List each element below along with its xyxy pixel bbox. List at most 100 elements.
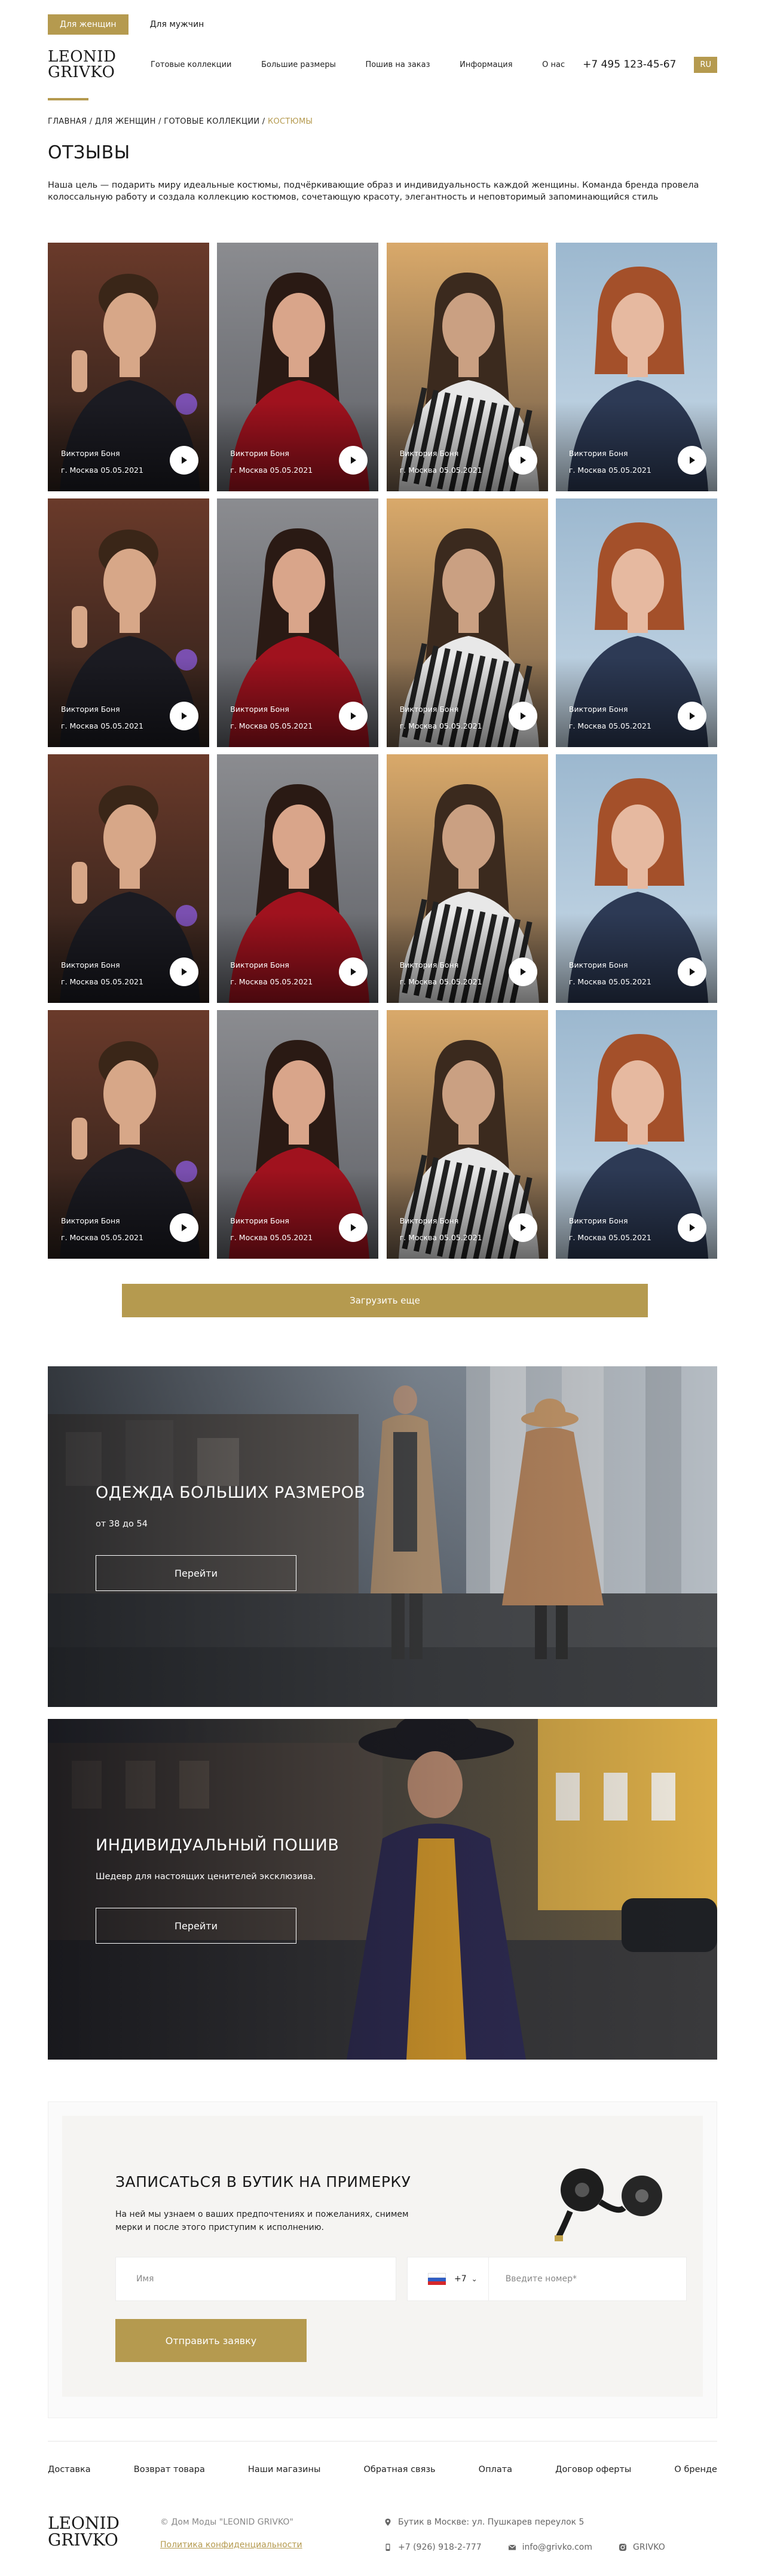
review-name: Виктория Боня (230, 1216, 289, 1225)
logo[interactable]: LEONID GRIVKO (48, 49, 137, 80)
nav-ready-collections[interactable]: Готовые коллекции (151, 60, 231, 69)
review-card[interactable]: Виктория Боня г. Москва 05.05.2021 (48, 754, 209, 1003)
appointment-title: ЗАПИСАТЬСЯ В БУТИК НА ПРИМЕРКУ (115, 2173, 411, 2190)
review-card[interactable]: Виктория Боня г. Москва 05.05.2021 (555, 243, 717, 491)
review-city-date: г. Москва 05.05.2021 (399, 977, 482, 986)
review-name: Виктория Боня (568, 960, 628, 969)
play-button[interactable] (170, 446, 198, 475)
review-card[interactable]: Виктория Боня г. Москва 05.05.2021 (48, 243, 209, 491)
review-name: Виктория Боня (568, 1216, 628, 1225)
plus-size-banner[interactable]: ОДЕЖДА БОЛЬШИХ РАЗМЕРОВ от 38 до 54 Пере… (48, 1366, 717, 1707)
footer-link-offer[interactable]: Договор оферты (555, 2465, 631, 2474)
review-city-date: г. Москва 05.05.2021 (61, 721, 143, 730)
review-card[interactable]: Виктория Боня г. Москва 05.05.2021 (48, 1010, 209, 1259)
header-phone[interactable]: +7 495 123-45-67 (583, 59, 676, 71)
play-button[interactable] (677, 1213, 706, 1242)
review-card[interactable]: Виктория Боня г. Москва 05.05.2021 (386, 243, 548, 491)
review-card[interactable]: Виктория Боня г. Москва 05.05.2021 (217, 498, 379, 747)
nav-information[interactable]: Информация (460, 60, 512, 69)
submit-request-button[interactable]: Отправить заявку (115, 2319, 307, 2362)
review-card[interactable]: Виктория Боня г. Москва 05.05.2021 (217, 1010, 379, 1259)
footer-link-payment[interactable]: Оплата (479, 2465, 512, 2474)
name-field[interactable]: Имя (115, 2257, 396, 2301)
footer-link-delivery[interactable]: Доставка (48, 2465, 91, 2474)
footer-link-stores[interactable]: Наши магазины (248, 2465, 320, 2474)
appointment-card: ЗАПИСАТЬСЯ В БУТИК НА ПРИМЕРКУ На ней мы… (62, 2116, 703, 2397)
play-button[interactable] (508, 1213, 537, 1242)
custom-tailoring-banner-image (48, 1719, 717, 2060)
plus-size-go-button[interactable]: Перейти (96, 1555, 296, 1591)
footer-link-returns[interactable]: Возврат товара (134, 2465, 205, 2474)
play-button[interactable] (339, 1213, 368, 1242)
review-card[interactable]: Виктория Боня г. Москва 05.05.2021 (217, 243, 379, 491)
language-switch[interactable]: RU (694, 56, 717, 73)
play-button[interactable] (170, 702, 198, 730)
review-card[interactable]: Виктория Боня г. Москва 05.05.2021 (555, 1010, 717, 1259)
review-city-date: г. Москва 05.05.2021 (568, 466, 651, 475)
footer-instagram-text: GRIVKO (633, 2543, 665, 2552)
review-name: Виктория Боня (61, 1216, 120, 1225)
review-card[interactable]: Виктория Боня г. Москва 05.05.2021 (386, 498, 548, 747)
footer-phone[interactable]: +7 (926) 918-2-777 (384, 2543, 482, 2552)
custom-tailoring-banner[interactable]: ИНДИВИДУАЛЬНЫЙ ПОШИВ Шедевр для настоящи… (48, 1719, 717, 2060)
play-button[interactable] (677, 957, 706, 986)
review-card[interactable]: Виктория Боня г. Москва 05.05.2021 (555, 498, 717, 747)
footer-logo[interactable]: LEONID GRIVKO (48, 2515, 120, 2549)
plus-size-banner-image (48, 1366, 717, 1707)
breadcrumb-path[interactable]: ГЛАВНАЯ / ДЛЯ ЖЕНЩИН / ГОТОВЫЕ КОЛЛЕКЦИИ… (48, 117, 268, 126)
play-icon (689, 712, 695, 720)
review-card[interactable]: Виктория Боня г. Москва 05.05.2021 (386, 1010, 548, 1259)
review-city-date: г. Москва 05.05.2021 (230, 721, 313, 730)
play-icon (520, 712, 526, 720)
play-icon (689, 968, 695, 975)
nav-about[interactable]: О нас (542, 60, 565, 69)
footer-logo-line1: LEONID (48, 2513, 120, 2533)
review-city-date: г. Москва 05.05.2021 (61, 1233, 143, 1242)
nav-custom-tailoring[interactable]: Пошив на заказ (365, 60, 430, 69)
page: Для женщин Для мужчин LEONID GRIVKO Гото… (0, 0, 765, 2576)
play-button[interactable] (339, 446, 368, 475)
footer-address-text: Бутик в Москве: ул. Пушкарев переулок 5 (398, 2517, 585, 2527)
play-icon (351, 712, 357, 720)
footer-instagram[interactable]: GRIVKO (619, 2543, 665, 2552)
review-city-date: г. Москва 05.05.2021 (399, 721, 482, 730)
chevron-down-icon[interactable]: ⌄ (472, 2275, 478, 2283)
review-city-date: г. Москва 05.05.2021 (230, 1233, 313, 1242)
play-button[interactable] (508, 702, 537, 730)
nav-big-sizes[interactable]: Большие размеры (261, 60, 336, 69)
play-button[interactable] (677, 446, 706, 475)
play-icon (520, 968, 526, 975)
play-button[interactable] (508, 957, 537, 986)
load-more-button[interactable]: Загрузить еще (122, 1284, 648, 1317)
men-tab[interactable]: Для мужчин (138, 14, 216, 35)
footer-email[interactable]: info@grivko.com (508, 2543, 592, 2552)
phone-field[interactable]: +7 ⌄ Введите номер* (407, 2257, 687, 2301)
review-card[interactable]: Виктория Боня г. Москва 05.05.2021 (555, 754, 717, 1003)
play-button[interactable] (339, 702, 368, 730)
footer-link-about-brand[interactable]: О бренде (674, 2465, 717, 2474)
footer-link-feedback[interactable]: Обратная связь (363, 2465, 435, 2474)
logo-underline (48, 98, 88, 100)
appointment-text: На ней мы узнаем о ваших предпочтениях и… (115, 2210, 409, 2232)
phone-country-code[interactable]: +7 (454, 2274, 467, 2284)
play-button[interactable] (677, 702, 706, 730)
review-card[interactable]: Виктория Боня г. Москва 05.05.2021 (217, 754, 379, 1003)
privacy-policy-link[interactable]: Политика конфиденциальности (160, 2540, 302, 2550)
play-icon (351, 457, 357, 464)
play-icon (182, 712, 187, 720)
review-name: Виктория Боня (568, 705, 628, 714)
play-button[interactable] (508, 446, 537, 475)
play-button[interactable] (170, 1213, 198, 1242)
review-city-date: г. Москва 05.05.2021 (399, 1233, 482, 1242)
review-card[interactable]: Виктория Боня г. Москва 05.05.2021 (48, 498, 209, 747)
women-tab[interactable]: Для женщин (48, 14, 128, 35)
footer-phone-text: +7 (926) 918-2-777 (398, 2543, 482, 2552)
play-button[interactable] (339, 957, 368, 986)
russia-flag-icon[interactable] (428, 2273, 446, 2285)
play-icon (182, 1224, 187, 1231)
review-name: Виктория Боня (399, 449, 459, 458)
play-button[interactable] (170, 957, 198, 986)
review-card[interactable]: Виктория Боня г. Москва 05.05.2021 (386, 754, 548, 1003)
tailoring-go-button[interactable]: Перейти (96, 1908, 296, 1944)
play-icon (520, 457, 526, 464)
